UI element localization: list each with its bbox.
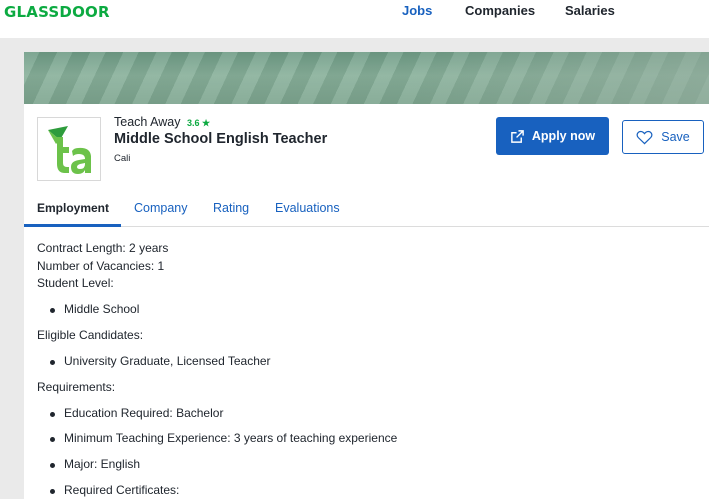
list-item: Middle School xyxy=(49,302,140,316)
tab-evaluations[interactable]: Evaluations xyxy=(275,201,340,215)
list-item: University Graduate, Licensed Teacher xyxy=(50,354,271,368)
eligible-candidates-label: Eligible Candidates: xyxy=(37,328,144,342)
job-location: Cali xyxy=(114,153,131,164)
nav-companies-link[interactable]: Companies xyxy=(465,3,535,18)
list-item: Major: English xyxy=(49,457,141,471)
teach-away-logo-icon xyxy=(48,126,91,174)
tab-rating[interactable]: Rating xyxy=(213,201,249,215)
nav-jobs-link[interactable]: Jobs xyxy=(402,3,432,18)
tab-company[interactable]: Company xyxy=(134,201,188,215)
company-name[interactable]: Teach Away xyxy=(114,115,180,129)
list-item: Education Required: Bachelor xyxy=(49,406,224,420)
apply-now-label: Apply now xyxy=(531,129,596,143)
company-rating: 3.6 ★ xyxy=(187,118,211,128)
heart-icon xyxy=(636,130,653,144)
student-level-label: Student Level: xyxy=(37,276,114,290)
job-listing-card: Teach Away 3.6 ★ Middle School English T… xyxy=(24,52,709,499)
number-of-vacancies: Number of Vacancies: 1 xyxy=(37,259,165,273)
nav-salaries-link[interactable]: Salaries xyxy=(565,3,615,18)
job-details-tabs: Employment Company Rating Evaluations xyxy=(24,193,709,227)
company-cover-banner xyxy=(24,52,709,104)
top-navigation-bar: GLASSDOOR Jobs Companies Salaries xyxy=(0,0,709,38)
list-item: Required Certificates: xyxy=(49,483,180,497)
save-label: Save xyxy=(661,130,690,144)
tab-employment[interactable]: Employment xyxy=(37,201,109,215)
list-item: Minimum Teaching Experience: 3 years of … xyxy=(49,431,398,445)
job-title: Middle School English Teacher xyxy=(114,131,328,147)
requirements-label: Requirements: xyxy=(37,380,116,394)
apply-now-button[interactable]: Apply now xyxy=(496,117,609,155)
company-logo[interactable] xyxy=(37,117,101,181)
contract-length: Contract Length: 2 years xyxy=(37,241,169,255)
save-button[interactable]: Save xyxy=(622,120,704,154)
glassdoor-logo[interactable]: GLASSDOOR xyxy=(4,3,110,21)
external-link-icon xyxy=(511,129,524,143)
active-tab-indicator xyxy=(24,224,121,227)
